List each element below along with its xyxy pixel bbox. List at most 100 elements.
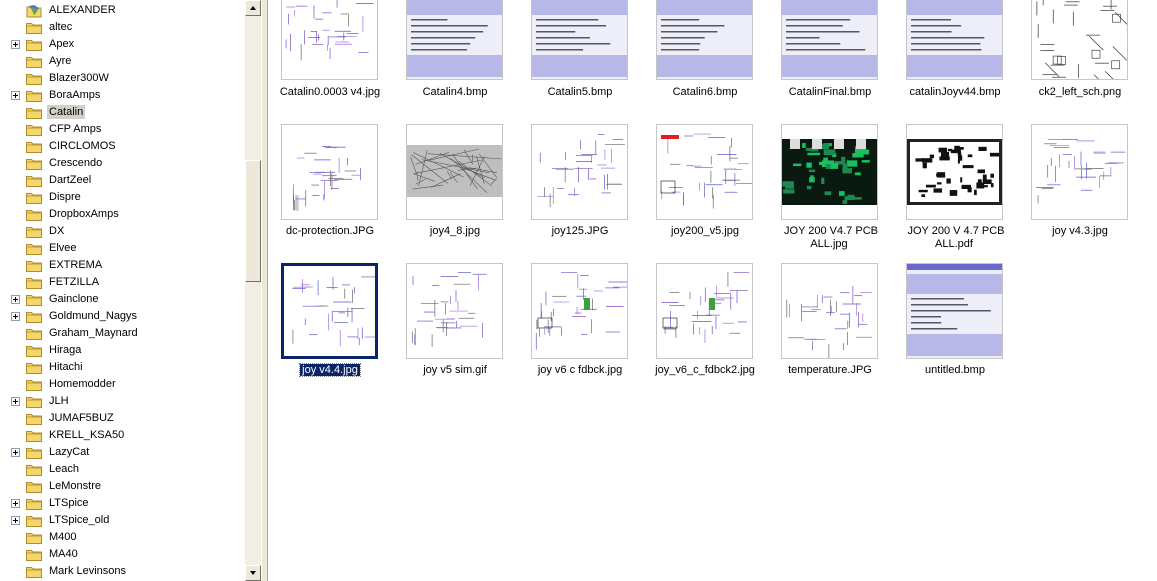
file-thumbnail[interactable] [281, 124, 378, 220]
folder-icon [26, 72, 42, 85]
expand-plus-icon[interactable] [11, 516, 20, 525]
folder-icon [26, 378, 42, 391]
file-name-label[interactable]: CatalinFinal.bmp [768, 86, 892, 99]
file-thumbnail[interactable] [781, 0, 878, 80]
file-thumbnail[interactable] [781, 263, 878, 359]
file-name-label[interactable]: Catalin5.bmp [518, 86, 642, 99]
tree-item-label: EXTREMA [49, 259, 103, 271]
folder-icon [26, 38, 42, 51]
file-name-label[interactable]: joy v4.4.jpg [268, 363, 392, 377]
tree-item-circlomos[interactable]: CIRCLOMOS [0, 138, 245, 155]
tree-item-blazer300w[interactable]: Blazer300W [0, 70, 245, 87]
tree-item-jumaf5buz[interactable]: JUMAF5BUZ [0, 410, 245, 427]
file-name-label[interactable]: ck2_left_sch.png [1018, 86, 1142, 99]
tree-item-mark-levinsons[interactable]: Mark Levinsons [0, 563, 245, 580]
file-name-label[interactable]: joy200_v5.jpg [643, 225, 767, 238]
tree-item-ma40[interactable]: MA40 [0, 546, 245, 563]
expand-plus-icon[interactable] [11, 499, 20, 508]
tree-item-dartzeel[interactable]: DartZeel [0, 172, 245, 189]
tree-item-alexander[interactable]: ALEXANDER [0, 2, 245, 19]
tree-item-lazycat[interactable]: LazyCat [0, 444, 245, 461]
tree-item-m400[interactable]: M400 [0, 529, 245, 546]
thumbnail-image [786, 286, 873, 358]
tree-item-apex[interactable]: Apex [0, 36, 245, 53]
file-thumbnail[interactable] [1031, 124, 1128, 220]
file-name-label[interactable]: catalinJoyv44.bmp [893, 86, 1017, 99]
tree-item-graham-maynard[interactable]: Graham_Maynard [0, 325, 245, 342]
tree-item-catalin[interactable]: Catalin [0, 104, 245, 121]
scroll-thumb[interactable] [245, 160, 261, 282]
tree-item-elvee[interactable]: Elvee [0, 240, 245, 257]
tree-item-gainclone[interactable]: Gainclone [0, 291, 245, 308]
pane-splitter[interactable] [261, 0, 268, 581]
tree-item-cfp-amps[interactable]: CFP Amps [0, 121, 245, 138]
file-name-label[interactable]: joy_v6_c_fdbck2.jpg [643, 364, 767, 377]
file-name-label[interactable]: JOY 200 V 4.7 PCB ALL.pdf [893, 225, 1017, 251]
file-name-label[interactable]: joy v6 c fdbck.jpg [518, 364, 642, 377]
tree-scrollbar[interactable] [245, 0, 261, 581]
file-thumbnail[interactable] [781, 124, 878, 220]
tree-item-ltspice[interactable]: LTSpice [0, 495, 245, 512]
file-thumbnail[interactable] [906, 0, 1003, 80]
tree-item-dispre[interactable]: Dispre [0, 189, 245, 206]
file-name-text: CatalinFinal.bmp [788, 86, 872, 98]
file-name-label[interactable]: JOY 200 V4.7 PCB ALL.jpg [768, 225, 892, 251]
file-thumbnail[interactable] [1031, 0, 1128, 80]
tree-item-ltspice-old[interactable]: LTSpice_old [0, 512, 245, 529]
tree-item-crescendo[interactable]: Crescendo [0, 155, 245, 172]
tree-item-hitachi[interactable]: Hitachi [0, 359, 245, 376]
expand-plus-icon[interactable] [11, 312, 20, 321]
expand-plus-icon[interactable] [11, 91, 20, 100]
file-thumbnail[interactable] [531, 263, 628, 359]
tree-item-homemodder[interactable]: Homemodder [0, 376, 245, 393]
file-thumbnail[interactable] [906, 263, 1003, 359]
file-thumbnail[interactable] [406, 0, 503, 80]
file-thumbnail[interactable] [281, 263, 378, 359]
file-name-label[interactable]: Catalin0.0003 v4.jpg [268, 86, 392, 99]
file-thumbnail[interactable] [531, 124, 628, 220]
file-name-label[interactable]: joy v4.3.jpg [1018, 225, 1142, 238]
scroll-down-button[interactable] [245, 565, 261, 581]
file-thumbnail[interactable] [656, 0, 753, 80]
tree-item-dx[interactable]: DX [0, 223, 245, 240]
folder-icon [26, 106, 42, 119]
tree-item-ayre[interactable]: Ayre [0, 53, 245, 70]
file-name-label[interactable]: joy125.JPG [518, 225, 642, 238]
file-name-label[interactable]: temperature.JPG [768, 364, 892, 377]
thumbnail-image [407, 0, 502, 79]
tree-item-krell-ksa50[interactable]: KRELL_KSA50 [0, 427, 245, 444]
tree-item-lemonstre[interactable]: LeMonstre [0, 478, 245, 495]
tree-item-leach[interactable]: Leach [0, 461, 245, 478]
file-name-label[interactable]: dc-protection.JPG [268, 225, 392, 238]
tree-item-label: KRELL_KSA50 [49, 429, 125, 441]
file-thumbnail[interactable] [406, 124, 503, 220]
expand-plus-icon[interactable] [11, 448, 20, 457]
file-thumbnail[interactable] [531, 0, 628, 80]
tree-item-boraamps[interactable]: BoraAmps [0, 87, 245, 104]
tree-item-jlh[interactable]: JLH [0, 393, 245, 410]
file-thumbnail[interactable] [656, 263, 753, 359]
folder-icon [26, 21, 42, 34]
expand-plus-icon[interactable] [11, 40, 20, 49]
file-name-label[interactable]: untitled.bmp [893, 364, 1017, 377]
tree-item-label: CFP Amps [49, 123, 102, 135]
expand-plus-icon[interactable] [11, 397, 20, 406]
scroll-up-button[interactable] [245, 0, 261, 16]
file-name-label[interactable]: Catalin6.bmp [643, 86, 767, 99]
tree-item-hiraga[interactable]: Hiraga [0, 342, 245, 359]
file-name-label[interactable]: joy4_8.jpg [393, 225, 517, 238]
file-thumbnail[interactable] [906, 124, 1003, 220]
file-name-label[interactable]: joy v5 sim.gif [393, 364, 517, 377]
expand-plus-icon[interactable] [11, 295, 20, 304]
tree-item-fetzilla[interactable]: FETZILLA [0, 274, 245, 291]
file-thumbnail[interactable] [656, 124, 753, 220]
tree-item-label: Graham_Maynard [49, 327, 138, 339]
tree-item-goldmund-nagys[interactable]: Goldmund_Nagys [0, 308, 245, 325]
tree-item-extrema[interactable]: EXTREMA [0, 257, 245, 274]
tree-item-dropboxamps[interactable]: DropboxAmps [0, 206, 245, 223]
file-name-label[interactable]: Catalin4.bmp [393, 86, 517, 99]
file-thumbnail[interactable] [406, 263, 503, 359]
folder-icon [26, 480, 42, 493]
tree-item-altec[interactable]: altec [0, 19, 245, 36]
file-thumbnail[interactable] [281, 0, 378, 80]
